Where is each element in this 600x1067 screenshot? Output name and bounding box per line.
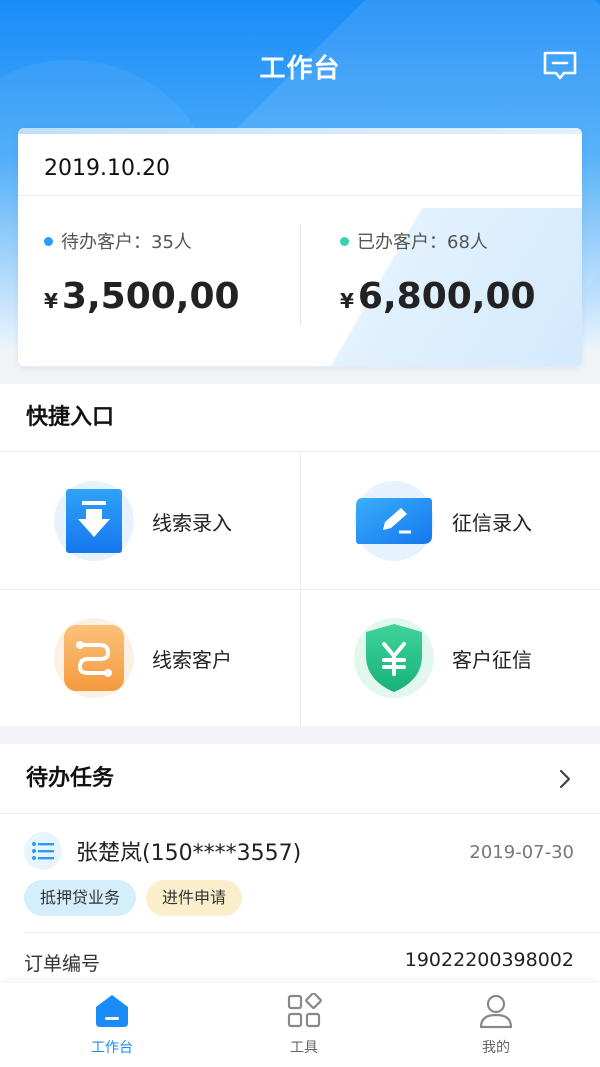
list-icon — [24, 832, 62, 870]
task-date: 2019-07-30 — [469, 842, 574, 863]
quick-entry-lead-customer[interactable]: 线索客户 — [0, 590, 300, 726]
user-icon — [479, 994, 513, 1029]
task-customer-name: 张楚岚(150****3557) — [76, 841, 302, 866]
quick-entry-customer-credit[interactable]: 客户征信 — [300, 590, 600, 726]
done-customers-stat[interactable]: 已办客户：68人 ¥ 6,800,00 — [340, 228, 536, 317]
quick-entry-label: 客户征信 — [452, 647, 532, 672]
done-amount: 6,800,00 — [357, 276, 536, 317]
summary-card: 2019.10.20 待办客户：35人 ¥ 3,500,00 已办客户：68人 … — [18, 128, 582, 366]
message-icon[interactable] — [542, 50, 578, 82]
edit-pen-icon — [356, 498, 432, 544]
done-customers-label: 已办客户：68人 — [357, 232, 488, 253]
grid-tools-icon — [287, 992, 322, 1028]
tab-mine[interactable]: 我的 — [436, 993, 556, 1057]
quick-entry-title: 快捷入口 — [0, 384, 600, 452]
quick-entry-label: 征信录入 — [452, 510, 532, 535]
tab-label: 工作台 — [91, 1040, 133, 1056]
pending-customers-label: 待办客户：35人 — [61, 232, 192, 253]
quick-entry-lead-input[interactable]: 线索录入 — [0, 453, 300, 589]
task-tag-business: 抵押贷业务 — [24, 880, 137, 916]
currency-symbol: ¥ — [44, 289, 58, 313]
order-number-value: 19022200398002 — [404, 949, 574, 971]
tab-workbench[interactable]: 工作台 — [52, 993, 172, 1057]
bottom-tab-bar: 工作台 工具 我的 — [0, 983, 600, 1067]
task-item[interactable]: 张楚岚(150****3557) — [24, 832, 301, 870]
quick-entry-section: 快捷入口 线索录入 征信录入 线索客户 客户征信 — [0, 384, 600, 726]
quick-entry-grid: 线索录入 征信录入 线索客户 客户征信 — [0, 453, 600, 726]
chevron-right-icon[interactable] — [552, 766, 578, 792]
summary-date: 2019.10.20 — [44, 156, 170, 181]
quick-entry-label: 线索客户 — [152, 647, 232, 672]
currency-symbol: ¥ — [340, 289, 354, 313]
page-title: 工作台 — [259, 54, 341, 84]
tab-label: 我的 — [482, 1040, 510, 1056]
todo-title: 待办任务 — [0, 744, 600, 814]
download-doc-icon — [66, 489, 122, 553]
tab-tools[interactable]: 工具 — [244, 992, 364, 1057]
pending-dot-icon — [44, 236, 53, 246]
task-tags: 抵押贷业务 进件申请 — [24, 880, 243, 916]
yuan-shield-icon — [366, 624, 422, 692]
tab-label: 工具 — [290, 1040, 318, 1056]
pending-amount: 3,500,00 — [61, 276, 240, 317]
home-icon — [96, 995, 128, 1027]
link-customer-icon — [64, 625, 124, 691]
pending-customers-stat[interactable]: 待办客户：35人 ¥ 3,500,00 — [44, 228, 240, 317]
task-tag-status: 进件申请 — [146, 880, 243, 916]
quick-entry-label: 线索录入 — [152, 510, 232, 535]
order-number-label: 订单编号 — [24, 953, 101, 975]
quick-entry-credit-input[interactable]: 征信录入 — [300, 453, 600, 589]
done-dot-icon — [340, 236, 349, 246]
